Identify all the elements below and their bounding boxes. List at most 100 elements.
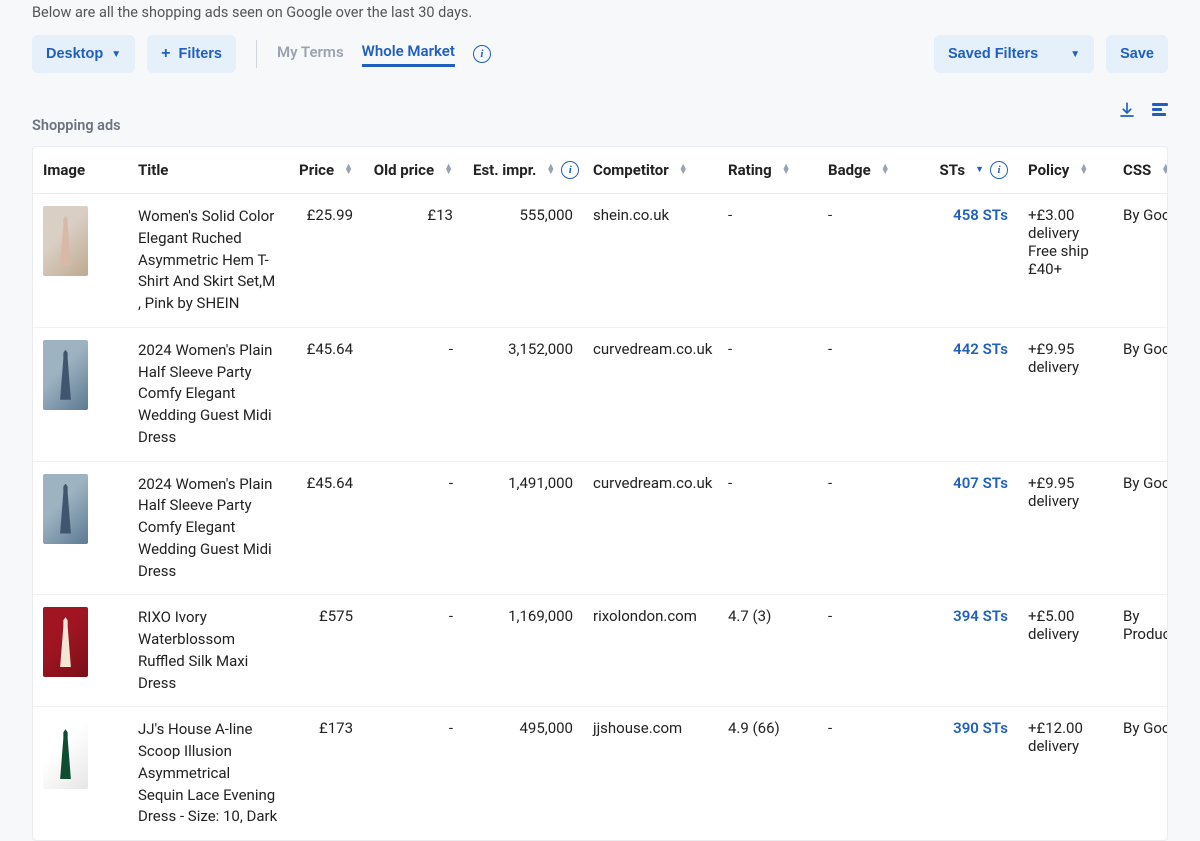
info-icon[interactable]: i — [561, 161, 579, 179]
saved-filters-dropdown[interactable]: Saved Filters ▼ — [934, 35, 1094, 73]
price-cell: £45.64 — [288, 461, 363, 595]
competitor-cell: curvedream.co.uk — [583, 327, 718, 461]
col-competitor[interactable]: Competitor▲▼ — [583, 147, 718, 194]
product-title[interactable]: 2024 Women's Plain Half Sleeve Party Com… — [128, 461, 288, 595]
old-price-cell: - — [363, 327, 463, 461]
device-dropdown[interactable]: Desktop ▼ — [32, 35, 135, 73]
col-policy[interactable]: Policy▲▼ — [1018, 147, 1113, 194]
badge-cell: - — [818, 194, 918, 328]
col-rating[interactable]: Rating▲▼ — [718, 147, 818, 194]
intro-text: Below are all the shopping ads seen on G… — [32, 0, 1168, 35]
rating-cell: - — [718, 194, 818, 328]
product-thumb[interactable] — [43, 474, 88, 544]
add-filters-button[interactable]: + Filters — [147, 35, 236, 73]
table-header-row: Image Title Price▲▼ Old price▲▼ Est. imp… — [33, 147, 1168, 194]
info-icon[interactable]: i — [473, 45, 491, 63]
policy-cell: +£3.00 delivery Free ship £40+ — [1018, 194, 1113, 328]
sort-icon: ▲▼ — [679, 165, 688, 175]
impr-cell: 555,000 — [463, 194, 583, 328]
product-thumb[interactable] — [43, 607, 88, 677]
tab-whole-market[interactable]: Whole Market — [362, 42, 455, 67]
sort-icon: ▲▼ — [1079, 165, 1088, 175]
sts-link[interactable]: 458 STs — [953, 206, 1008, 224]
impr-cell: 3,152,000 — [463, 327, 583, 461]
competitor-cell: shein.co.uk — [583, 194, 718, 328]
scope-toggle: My Terms Whole Market i — [277, 42, 491, 67]
col-badge[interactable]: Badge▲▼ — [818, 147, 918, 194]
table-row: 2024 Women's Plain Half Sleeve Party Com… — [33, 327, 1168, 461]
badge-cell: - — [818, 327, 918, 461]
competitor-cell: rixolondon.com — [583, 595, 718, 707]
impr-cell: 495,000 — [463, 707, 583, 840]
sort-icon: ▲▼ — [444, 165, 453, 175]
sort-icon: ▲▼ — [344, 165, 353, 175]
sts-link[interactable]: 442 STs — [953, 340, 1008, 358]
css-cell: By Producthero — [1113, 595, 1168, 707]
column-settings-icon[interactable] — [1152, 101, 1168, 118]
policy-cell: +£9.95 delivery — [1018, 461, 1113, 595]
badge-cell: - — [818, 595, 918, 707]
badge-cell: - — [818, 707, 918, 840]
col-title[interactable]: Title — [128, 147, 288, 194]
css-cell: By Google — [1113, 461, 1168, 595]
table-row: JJ's House A-line Scoop Illusion Asymmet… — [33, 707, 1168, 840]
product-title[interactable]: 2024 Women's Plain Half Sleeve Party Com… — [128, 327, 288, 461]
chevron-down-icon: ▼ — [1070, 49, 1080, 60]
sort-icon: ▲▼ — [546, 165, 555, 175]
filters-label: Filters — [178, 46, 222, 62]
impr-cell: 1,169,000 — [463, 595, 583, 707]
css-cell: By Google — [1113, 707, 1168, 840]
product-title[interactable]: JJ's House A-line Scoop Illusion Asymmet… — [128, 707, 288, 840]
policy-cell: +£9.95 delivery — [1018, 327, 1113, 461]
tab-my-terms[interactable]: My Terms — [277, 43, 344, 65]
product-thumb[interactable] — [43, 719, 88, 789]
policy-cell: +£5.00 delivery — [1018, 595, 1113, 707]
col-css[interactable]: CSS▲▼i — [1113, 147, 1168, 194]
competitor-cell: jjshouse.com — [583, 707, 718, 840]
product-title[interactable]: Women's Solid Color Elegant Ruched Asymm… — [128, 194, 288, 328]
rating-cell: - — [718, 461, 818, 595]
info-icon[interactable]: i — [990, 161, 1008, 179]
divider — [256, 40, 257, 68]
shopping-ads-table: Image Title Price▲▼ Old price▲▼ Est. imp… — [32, 146, 1168, 841]
col-price[interactable]: Price▲▼ — [288, 147, 363, 194]
impr-cell: 1,491,000 — [463, 461, 583, 595]
competitor-cell: curvedream.co.uk — [583, 461, 718, 595]
table-row: Women's Solid Color Elegant Ruched Asymm… — [33, 194, 1168, 328]
css-cell: By Google — [1113, 194, 1168, 328]
sts-link[interactable]: 407 STs — [953, 474, 1008, 492]
sort-icon: ▲▼ — [881, 165, 890, 175]
plus-icon: + — [161, 45, 170, 63]
col-est-impr[interactable]: Est. impr.▲▼i — [463, 147, 583, 194]
old-price-cell: - — [363, 461, 463, 595]
old-price-cell: - — [363, 595, 463, 707]
price-cell: £45.64 — [288, 327, 363, 461]
rating-cell: 4.7 (3) — [718, 595, 818, 707]
section-title: Shopping ads — [32, 117, 121, 134]
product-thumb[interactable] — [43, 206, 88, 276]
table-row: 2024 Women's Plain Half Sleeve Party Com… — [33, 461, 1168, 595]
sort-desc-icon: ▼ — [975, 168, 984, 173]
old-price-cell: - — [363, 707, 463, 840]
rating-cell: - — [718, 327, 818, 461]
policy-cell: +£12.00 delivery — [1018, 707, 1113, 840]
css-cell: By Google — [1113, 327, 1168, 461]
col-old-price[interactable]: Old price▲▼ — [363, 147, 463, 194]
toolbar: Desktop ▼ + Filters My Terms Whole Marke… — [32, 35, 1168, 73]
sts-link[interactable]: 394 STs — [953, 607, 1008, 625]
col-sts[interactable]: STs▼i — [918, 147, 1018, 194]
price-cell: £575 — [288, 595, 363, 707]
device-label: Desktop — [46, 46, 103, 62]
product-thumb[interactable] — [43, 340, 88, 410]
old-price-cell: £13 — [363, 194, 463, 328]
sort-icon: ▲▼ — [1161, 165, 1168, 175]
chevron-down-icon: ▼ — [111, 49, 121, 60]
sort-icon: ▲▼ — [782, 165, 791, 175]
sts-link[interactable]: 390 STs — [953, 719, 1008, 737]
save-button[interactable]: Save — [1106, 35, 1168, 73]
badge-cell: - — [818, 461, 918, 595]
col-image[interactable]: Image — [33, 147, 128, 194]
product-title[interactable]: RIXO Ivory Waterblossom Ruffled Silk Max… — [128, 595, 288, 707]
download-icon[interactable] — [1118, 101, 1136, 119]
rating-cell: 4.9 (66) — [718, 707, 818, 840]
